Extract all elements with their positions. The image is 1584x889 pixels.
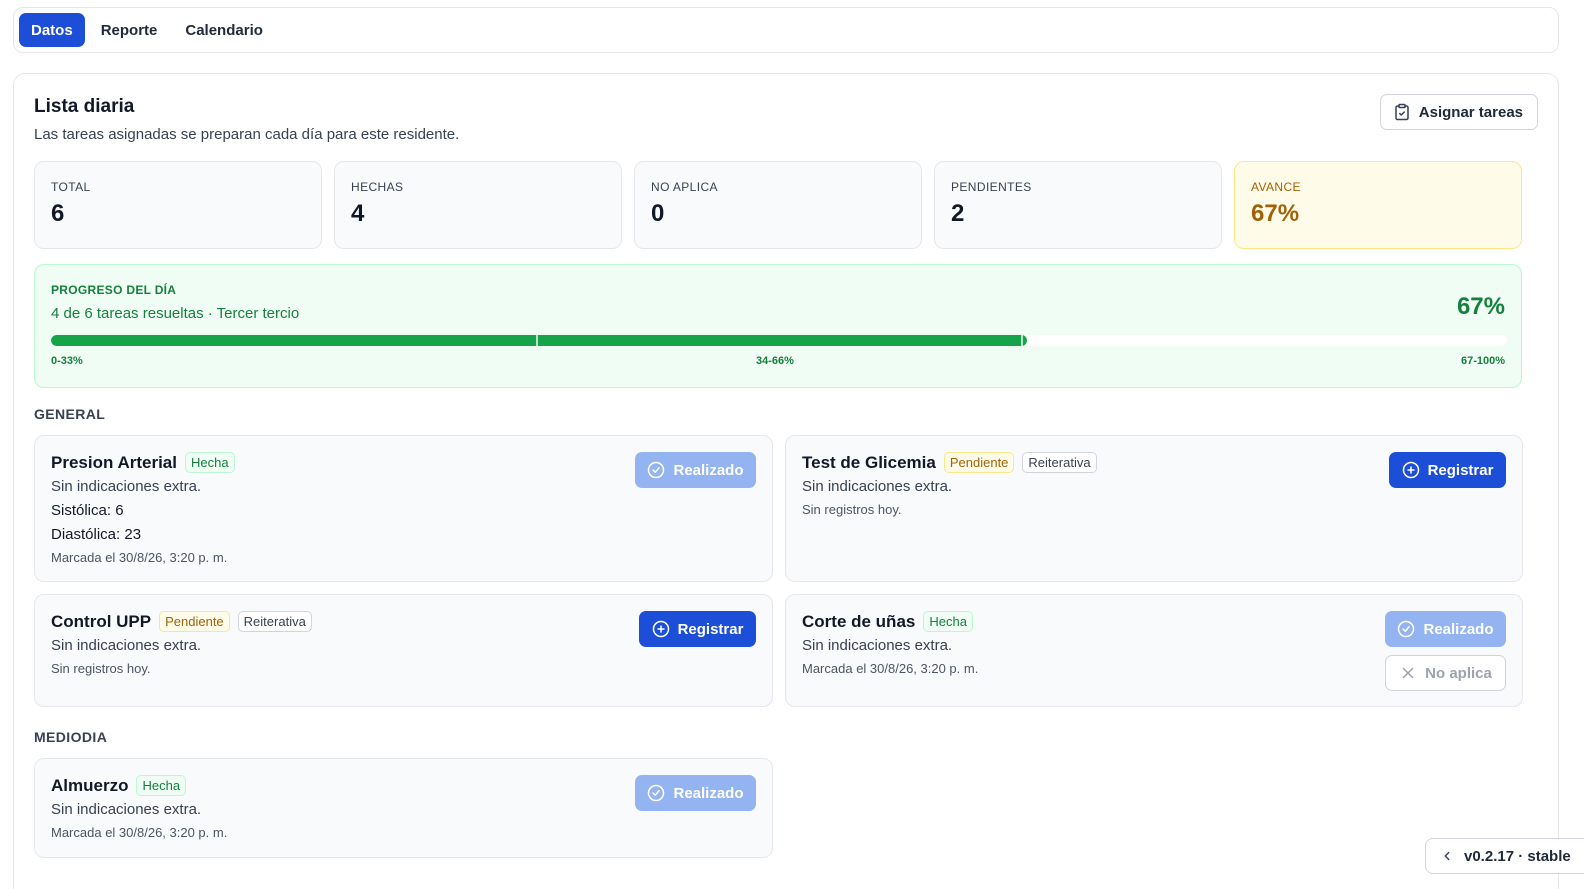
task-card-control-upp: Control UPP Pendiente Reiterativa Sin in… <box>34 594 773 707</box>
tab-bar: Datos Reporte Calendario <box>13 7 1559 53</box>
segment-label: 34-66% <box>756 355 794 367</box>
assign-tasks-button[interactable]: Asignar tareas <box>1379 94 1538 130</box>
check-circle-icon <box>1398 620 1415 638</box>
stat-label: AVANCE <box>1251 180 1301 194</box>
register-button[interactable]: Registrar <box>639 611 756 647</box>
task-card-corte-unas: Corte de uñas Hecha Sin indicaciones ext… <box>785 594 1523 707</box>
task-meta: Sin registros hoy. <box>802 502 902 517</box>
stats-row: TOTAL 6 HECHAS 4 NO APLICA 0 PENDIENTES … <box>34 161 1522 249</box>
register-button-label: Registrar <box>1427 461 1494 479</box>
check-circle-icon <box>648 784 665 802</box>
done-button[interactable]: Realizado <box>635 775 756 811</box>
stat-pending: PENDIENTES 2 <box>934 161 1222 249</box>
task-name: Presion Arterial <box>51 452 177 472</box>
status-badge: Hecha <box>923 611 973 632</box>
stat-value: 4 <box>351 200 365 227</box>
daily-list-panel: Lista diaria Las tareas asignadas se pre… <box>13 73 1559 889</box>
task-name: Control UPP <box>51 611 152 631</box>
stat-progress: AVANCE 67% <box>1234 161 1522 249</box>
tab-calendario[interactable]: Calendario <box>173 13 275 47</box>
stat-value: 2 <box>951 200 965 227</box>
register-button-label: Registrar <box>677 620 744 638</box>
progress-label: PROGRESO DEL DÍA <box>51 283 177 297</box>
done-button-label: Realizado <box>673 784 744 802</box>
task-meta: Marcada el 30/8/26, 3:20 p. m. <box>51 825 228 840</box>
stat-done: HECHAS 4 <box>334 161 622 249</box>
task-card-presion-arterial: Presion Arterial Hecha Sin indicaciones … <box>34 435 773 582</box>
progress-tick <box>535 335 538 346</box>
task-card-test-glicemia: Test de Glicemia Pendiente Reiterativa S… <box>785 435 1523 582</box>
status-badge: Hecha <box>136 775 187 796</box>
check-circle-icon <box>648 461 665 479</box>
stat-value: 67% <box>1251 200 1300 227</box>
done-button-label: Realizado <box>673 461 744 479</box>
progress-text: 4 de 6 tareas resueltas · Tercer tercio <box>51 305 300 322</box>
status-badge: Pendiente <box>159 611 230 632</box>
task-name: Corte de uñas <box>802 611 916 631</box>
status-badge: Hecha <box>184 452 235 473</box>
assign-tasks-label: Asignar tareas <box>1418 103 1523 121</box>
done-button[interactable]: Realizado <box>635 452 756 488</box>
task-meta: Marcada el 30/8/26, 3:20 p. m. <box>51 550 228 565</box>
task-value-systolic: Sistólica: 6 <box>51 502 124 519</box>
task-name: Almuerzo <box>51 775 129 795</box>
tab-reporte[interactable]: Reporte <box>89 13 170 47</box>
task-name: Test de Glicemia <box>802 452 936 472</box>
section-mediodia: MEDIODIA <box>34 729 108 745</box>
not-applicable-label: No aplica <box>1425 664 1492 682</box>
close-icon <box>1402 667 1414 679</box>
recurring-badge: Reiterativa <box>237 611 312 632</box>
stat-label: NO APLICA <box>651 180 718 194</box>
chevron-left-icon <box>1444 851 1450 861</box>
plus-circle-icon <box>1402 461 1419 479</box>
stat-label: PENDIENTES <box>951 180 1032 194</box>
stat-not-applicable: NO APLICA 0 <box>634 161 922 249</box>
page-title: Lista diaria <box>34 96 135 117</box>
done-button[interactable]: Realizado <box>1385 611 1506 647</box>
segment-label: 0-33% <box>51 355 83 367</box>
progress-percent: 67% <box>1456 293 1505 320</box>
clipboard-check-icon <box>1395 103 1409 121</box>
register-button[interactable]: Registrar <box>1389 452 1506 488</box>
not-applicable-button[interactable]: No aplica <box>1385 655 1506 691</box>
plus-circle-icon <box>652 620 669 638</box>
tab-datos[interactable]: Datos <box>19 13 85 47</box>
segment-label: 67-100% <box>1460 355 1505 367</box>
section-general: GENERAL <box>34 406 106 422</box>
status-badge: Pendiente <box>943 452 1015 473</box>
progress-track <box>51 335 1507 346</box>
version-label: v0.2.17 · stable <box>1464 847 1571 865</box>
page-subtitle: Las tareas asignadas se preparan cada dí… <box>34 126 460 143</box>
stat-label: TOTAL <box>51 180 91 194</box>
version-toggle[interactable]: v0.2.17 · stable <box>1425 838 1584 874</box>
day-progress-card: PROGRESO DEL DÍA 4 de 6 tareas resueltas… <box>34 264 1522 388</box>
stat-label: HECHAS <box>351 180 404 194</box>
done-button-label: Realizado <box>1423 620 1494 638</box>
task-card-almuerzo: Almuerzo Hecha Sin indicaciones extra. M… <box>34 758 773 858</box>
recurring-badge: Reiterativa <box>1022 452 1097 473</box>
task-meta: Sin registros hoy. <box>51 661 151 676</box>
stat-total: TOTAL 6 <box>34 161 322 249</box>
stat-value: 6 <box>51 200 65 227</box>
task-value-diastolic: Diastólica: 23 <box>51 526 142 543</box>
stat-value: 0 <box>651 200 665 227</box>
progress-tick <box>1020 335 1023 346</box>
progress-fill <box>51 335 1027 346</box>
